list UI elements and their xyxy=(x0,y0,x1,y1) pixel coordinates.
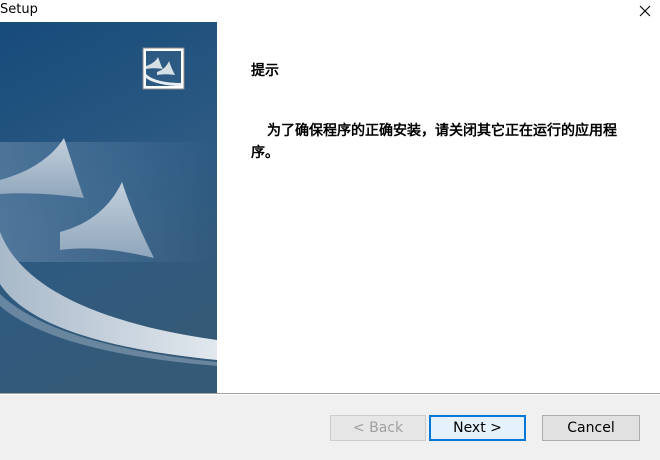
cancel-button[interactable]: Cancel xyxy=(542,415,640,441)
window-title: Setup xyxy=(0,2,38,17)
title-bar: Setup xyxy=(0,0,660,22)
page-heading: 提示 xyxy=(251,63,279,79)
next-button[interactable]: Next > xyxy=(429,415,526,441)
sail-logo-icon xyxy=(142,47,185,90)
close-button[interactable] xyxy=(630,0,660,22)
sail-artwork xyxy=(0,22,217,393)
info-message: 为了确保程序的正确安装，请关闭其它正在运行的应用程序。 xyxy=(251,123,617,161)
wizard-footer: < Back Next > Cancel xyxy=(0,395,660,460)
content-area: 提示 为了确保程序的正确安装，请关闭其它正在运行的应用程序。 xyxy=(217,22,660,393)
back-button[interactable]: < Back xyxy=(330,415,426,441)
close-icon xyxy=(639,5,651,17)
setup-artwork-panel xyxy=(0,22,217,393)
